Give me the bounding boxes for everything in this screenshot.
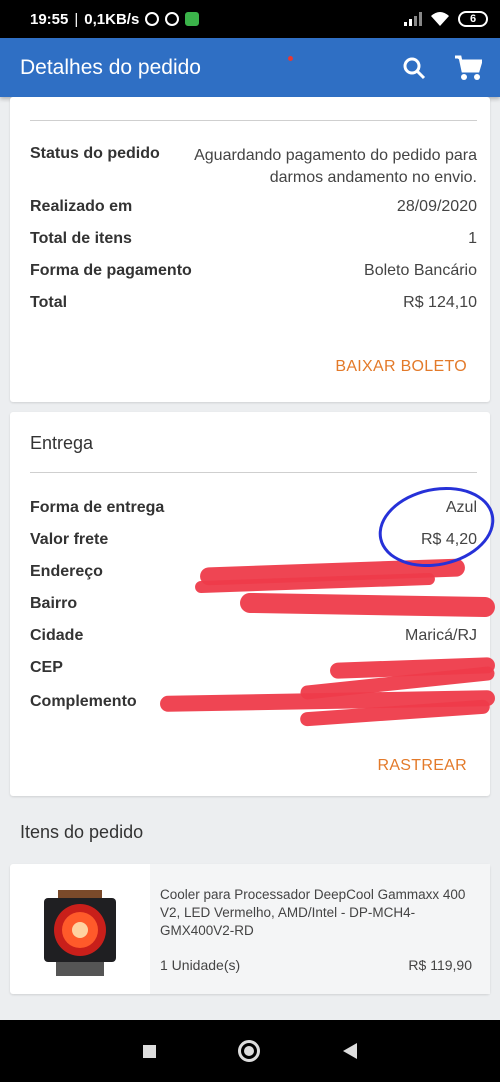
divider — [30, 120, 477, 121]
city-label: Cidade — [30, 627, 84, 644]
wifi-icon — [431, 12, 449, 26]
app-bar: Detalhes do pedido — [0, 38, 500, 97]
total-row: Total R$ 124,10 — [30, 294, 477, 312]
payment-method-label: Forma de pagamento — [30, 262, 192, 279]
product-image — [28, 882, 132, 986]
status-time: 19:55 — [30, 10, 69, 28]
items-title: Itens do pedido — [20, 822, 144, 842]
download-boleto-button[interactable]: BAIXAR BOLETO — [335, 358, 467, 376]
home-icon-dot — [243, 1046, 254, 1056]
battery-level: 6 — [469, 13, 477, 25]
product-quantity: 1 Unidade(s) — [160, 957, 241, 973]
delivery-method-label: Forma de entrega — [30, 499, 165, 516]
order-status-row: Status do pedido Aguardando pagamento do… — [30, 145, 477, 189]
shipping-cost-label: Valor frete — [30, 531, 109, 548]
back-icon[interactable] — [342, 1042, 358, 1060]
status-bar: 19:55 | 0,1KB/s 6 — [0, 0, 500, 38]
payment-method-row: Forma de pagamento Boleto Bancário — [30, 262, 477, 280]
complement-label: Complemento — [30, 693, 137, 710]
district-label: Bairro — [30, 595, 78, 612]
battery-icon: 6 — [458, 11, 488, 27]
total-value: R$ 124,10 — [403, 294, 477, 311]
total-items-value: 1 — [468, 230, 477, 247]
city-row: Cidade Maricá/RJ — [30, 627, 477, 645]
product-price: R$ 119,90 — [408, 957, 472, 973]
total-label: Total — [30, 294, 68, 311]
order-date-value: 28/09/2020 — [396, 198, 477, 215]
recents-icon[interactable] — [142, 1044, 156, 1058]
cooler-image — [44, 890, 116, 976]
order-status-label: Status do pedido — [30, 145, 160, 162]
payment-method-value: Boleto Bancário — [364, 262, 477, 279]
navigation-bar — [0, 1020, 500, 1082]
product-name: Cooler para Processador DeepCool Gammaxx… — [160, 887, 466, 938]
page-title: Detalhes do pedido — [20, 55, 201, 79]
alarm-icon — [145, 12, 160, 26]
cep-label: CEP — [30, 659, 63, 676]
total-items-row: Total de itens 1 — [30, 230, 477, 248]
order-summary-card: Status do pedido Aguardando pagamento do… — [10, 97, 490, 402]
signal-icon — [404, 12, 422, 26]
delivery-title: Entrega — [30, 433, 94, 453]
status-net-speed: 0,1KB/s — [84, 10, 140, 28]
product-card[interactable]: Cooler para Processador DeepCool Gammaxx… — [10, 864, 490, 994]
cart-icon[interactable] — [454, 55, 482, 81]
whatsapp-icon — [165, 12, 180, 26]
order-date-row: Realizado em 28/09/2020 — [30, 198, 477, 216]
app-notification-icon — [185, 12, 200, 26]
total-items-label: Total de itens — [30, 230, 132, 247]
notification-dot — [288, 56, 293, 61]
status-separator: | — [74, 10, 79, 28]
home-icon[interactable] — [237, 1040, 260, 1062]
divider — [30, 472, 477, 473]
order-date-label: Realizado em — [30, 198, 133, 215]
city-value: Maricá/RJ — [404, 627, 477, 644]
product-details: Cooler para Processador DeepCool Gammaxx… — [150, 864, 490, 994]
address-label: Endereço — [30, 563, 103, 580]
order-status-value: Aguardando pagamento do pedido para darm… — [194, 147, 477, 186]
search-icon[interactable] — [402, 56, 426, 80]
track-button[interactable]: RASTREAR — [377, 757, 467, 775]
